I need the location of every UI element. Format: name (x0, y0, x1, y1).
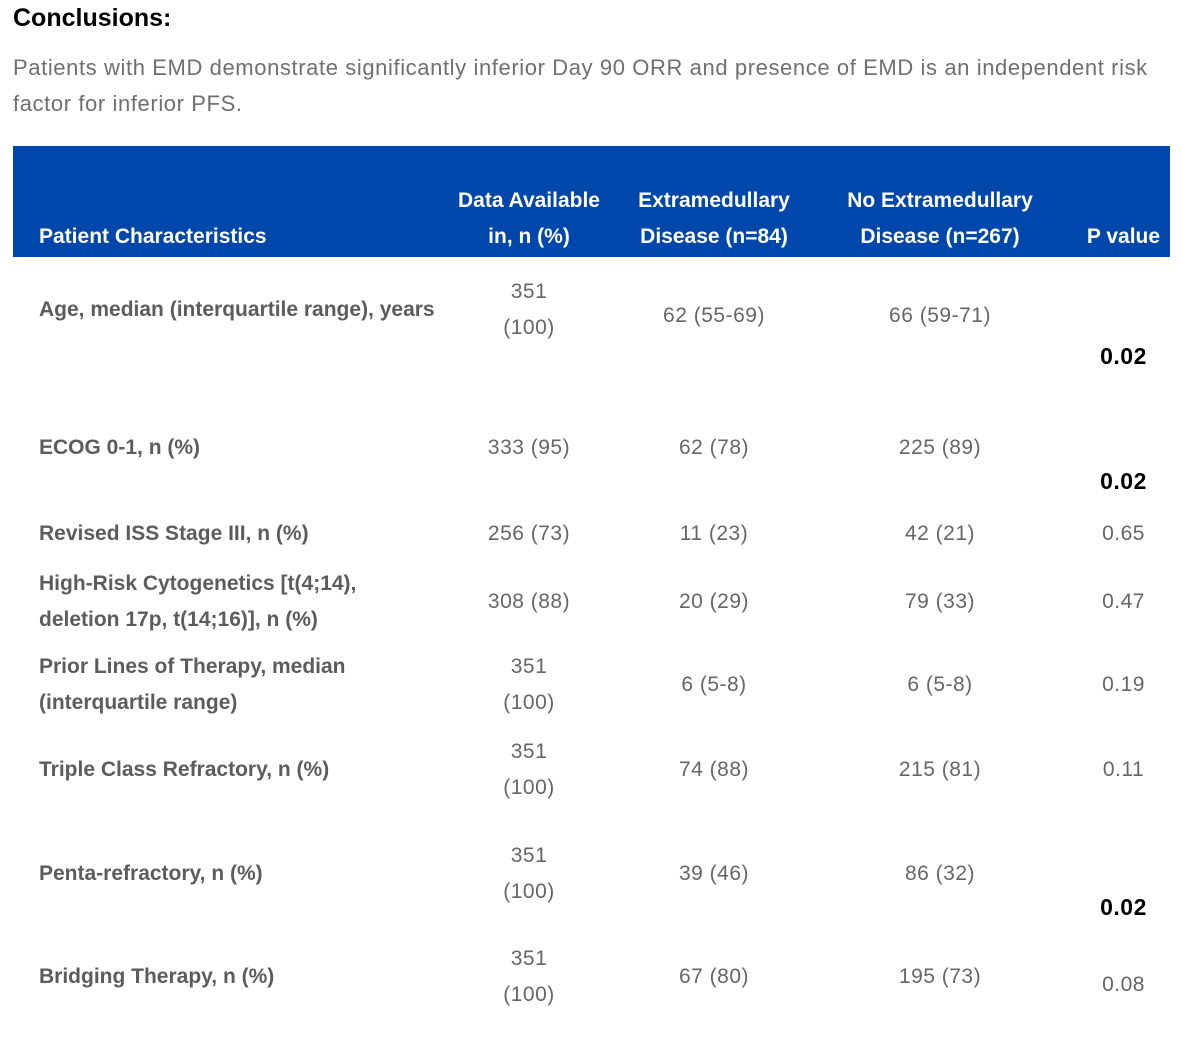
p-value-cell: 0.08 (1102, 973, 1145, 996)
no-emd-cell: 86 (32) (904, 862, 976, 885)
header-no-extramedullary-disease: No Extramedullary Disease (n=267) (803, 146, 1077, 257)
available-value: 351 (100) (503, 947, 555, 1006)
characteristic-label: Prior Lines of Therapy, median (interqua… (39, 655, 346, 714)
header-extramedullary-disease: Extramedullary Disease (n=84) (625, 146, 803, 257)
no-emd-cell: 66 (59-71) (889, 303, 991, 327)
no-emd-cell: 215 (81) (898, 758, 982, 781)
table-row: Age, median (interquartile range), years… (13, 257, 1170, 398)
p-value-significant: 0.02 (1100, 342, 1147, 369)
p-value-cell: 0.47 (1102, 590, 1145, 613)
characteristic-label: High-Risk Cytogenetics [t(4;14), deletio… (39, 572, 357, 631)
available-cell: 351 (100) (433, 642, 625, 728)
p-value-cell: 0.19 (1102, 673, 1145, 696)
p-value-cell: 0.02 (1077, 812, 1170, 944)
table-row: Bridging Therapy, n (%) 351 (100) 67 (80… (13, 944, 1170, 1026)
p-value-cell: 0.11 (1102, 758, 1145, 781)
p-value-cell: 0.65 (1102, 522, 1145, 545)
characteristic-cell: ECOG 0-1, n (%) (39, 436, 201, 459)
p-value-cell: 0.02 (1077, 398, 1170, 506)
emd-cell: 74 (88) (678, 758, 750, 781)
available-cell: 351 (100) (433, 936, 625, 1018)
emd-cell: 6 (5-8) (681, 673, 747, 696)
conclusions-text: Patients with EMD demonstrate significan… (13, 55, 1148, 116)
p-value-cell: 0.02 (1077, 257, 1170, 398)
table-row: Penta-refractory, n (%) 351 (100) 39 (46… (13, 812, 1170, 944)
available-value: 351 (100) (503, 655, 555, 714)
no-emd-cell: 79 (33) (904, 590, 976, 613)
available-cell: 351 (100) (433, 728, 625, 812)
characteristic-cell: Bridging Therapy, n (%) (39, 965, 275, 988)
available-cell: 333 (95) (487, 436, 571, 459)
characteristic-cell: Prior Lines of Therapy, median (interqua… (13, 642, 433, 728)
available-value: 351 (100) (503, 844, 555, 903)
characteristic-cell: Penta-refractory, n (%) (39, 862, 263, 885)
p-value-significant: 0.02 (1100, 894, 1147, 920)
patient-characteristics-table: Patient Characteristics Data Available i… (13, 146, 1170, 1026)
no-emd-cell: 6 (5-8) (907, 673, 973, 696)
available-value: 351 (100) (503, 740, 555, 799)
available-cell: 256 (73) (487, 522, 571, 545)
available-cell: 351 (100) (433, 239, 625, 380)
no-emd-cell: 195 (73) (898, 965, 982, 988)
table-body: Age, median (interquartile range), years… (13, 257, 1170, 1026)
emd-cell: 62 (55-69) (663, 303, 765, 327)
emd-cell: 11 (23) (679, 522, 749, 545)
table-row: Triple Class Refractory, n (%) 351 (100)… (13, 728, 1170, 812)
p-value-significant: 0.02 (1100, 468, 1147, 494)
table-row: Prior Lines of Therapy, median (interqua… (13, 642, 1170, 728)
no-emd-cell: 225 (89) (898, 436, 982, 459)
emd-cell: 62 (78) (678, 436, 750, 459)
available-cell: 351 (100) (433, 808, 625, 940)
emd-cell: 39 (46) (678, 862, 750, 885)
table-row: High-Risk Cytogenetics [t(4;14), deletio… (13, 562, 1170, 642)
characteristic-cell: Revised ISS Stage III, n (%) (39, 522, 309, 545)
conclusions-heading: Conclusions: (13, 4, 172, 32)
characteristic-cell: Triple Class Refractory, n (%) (39, 758, 330, 781)
characteristic-label: Age, median (interquartile range), years (39, 297, 435, 321)
emd-cell: 20 (29) (678, 590, 750, 613)
table-row: ECOG 0-1, n (%) 333 (95) 62 (78) 225 (89… (13, 398, 1170, 506)
no-emd-cell: 42 (21) (904, 522, 976, 545)
available-cell: 308 (88) (487, 590, 571, 613)
characteristic-cell: High-Risk Cytogenetics [t(4;14), deletio… (13, 562, 433, 642)
table-row: Revised ISS Stage III, n (%) 256 (73) 11… (13, 506, 1170, 562)
available-value: 351 (100) (503, 279, 555, 339)
emd-cell: 67 (80) (678, 965, 750, 988)
characteristic-cell: Age, median (interquartile range), years (13, 239, 435, 380)
header-p-value: P value (1086, 225, 1161, 248)
